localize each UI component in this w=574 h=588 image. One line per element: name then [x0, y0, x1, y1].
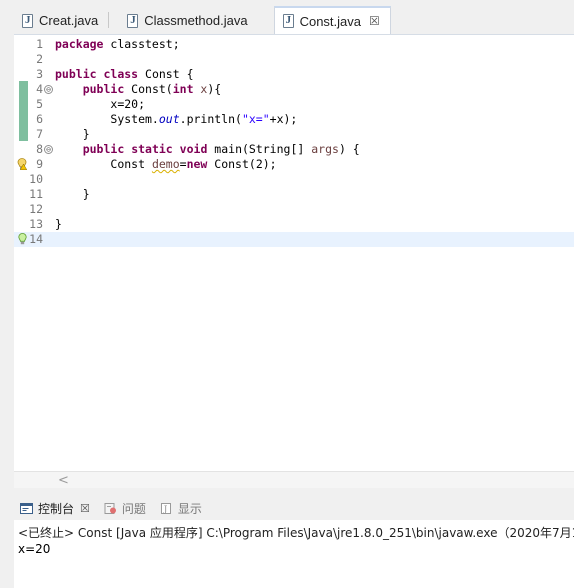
line-number: 5 — [36, 97, 43, 111]
code-text: +x); — [269, 112, 298, 126]
keyword: public — [55, 67, 97, 81]
code-line: 9 Const demo=new Const(2); — [14, 157, 574, 172]
close-tab-icon[interactable]: ☒ — [369, 14, 380, 28]
code-line: 13 } — [14, 217, 574, 232]
current-line: 14 — [14, 232, 574, 247]
java-file-icon — [127, 13, 139, 28]
code-text: ) { — [338, 142, 360, 156]
line-number: 8 — [36, 142, 43, 156]
static-field: out — [158, 112, 180, 126]
unused-variable-warning[interactable]: demo — [152, 157, 180, 171]
line-number: 11 — [29, 187, 43, 201]
code-text: = — [179, 157, 187, 171]
tab-classmethod-java[interactable]: Classmethod.java — [109, 7, 273, 34]
code-text: main(String[] — [207, 142, 312, 156]
line-number: 4 — [36, 82, 43, 96]
scroll-left-icon[interactable]: < — [58, 473, 69, 488]
code-line: 7 } — [14, 127, 574, 142]
keyword: void — [179, 142, 208, 156]
tab-creat-java[interactable]: Creat.java — [14, 7, 108, 34]
parameter: args — [311, 142, 339, 156]
tab-label: Const.java — [299, 13, 361, 29]
code-line: 11 } — [14, 187, 574, 202]
tab-label: 问题 — [121, 501, 146, 516]
tab-label: 控制台 — [38, 501, 75, 516]
warning-lightbulb-icon[interactable] — [17, 158, 27, 170]
line-number: 7 — [36, 127, 43, 141]
code-line: 6 System.out.println("x="+x); — [14, 112, 574, 127]
line-number: 12 — [29, 202, 43, 216]
tab-label: Classmethod.java — [144, 13, 248, 28]
console-status-text: <已终止> Const [Java 应用程序] C:\Program Files… — [18, 526, 574, 540]
string-literal: "x=" — [241, 112, 270, 126]
code-text: x=20; — [110, 97, 146, 111]
code-line: 4 ⊖ public Const(int x){ — [14, 82, 574, 97]
keyword: int — [172, 82, 194, 96]
tab-console[interactable]: 控制台 ☒ — [14, 496, 98, 520]
display-icon: J — [160, 502, 171, 514]
code-line: 8 ⊖ public static void main(String[] arg… — [14, 142, 574, 157]
keyword: static — [131, 142, 173, 156]
code-text: classtest; — [103, 37, 180, 51]
line-number: 10 — [29, 172, 43, 186]
console-output: x=20 — [18, 542, 51, 556]
code-text: System. — [110, 112, 159, 126]
tab-const-java[interactable]: Const.java ☒ — [273, 6, 391, 34]
line-number: 9 — [36, 157, 43, 171]
parameter: x — [193, 82, 208, 96]
line-number: 6 — [36, 112, 43, 126]
view-tab-bar: 控制台 ☒ 问题 J 显示 — [14, 496, 574, 520]
tab-problems[interactable]: 问题 — [98, 496, 154, 520]
close-tab-icon[interactable]: ☒ — [80, 502, 90, 515]
code-text: Const(2); — [207, 157, 277, 171]
code-line: 10 — [14, 172, 574, 187]
fold-collapse-icon[interactable]: ⊖ — [44, 85, 53, 94]
line-number: 3 — [36, 67, 43, 81]
code-text: Const( — [124, 82, 173, 96]
tab-label: Creat.java — [39, 13, 99, 28]
keyword: public — [82, 82, 125, 96]
code-text: } — [82, 127, 90, 141]
code-line: 1 package classtest; — [14, 37, 574, 52]
code-text: ){ — [207, 82, 222, 96]
tab-label: 显示 — [177, 501, 202, 516]
java-file-icon — [282, 14, 294, 28]
editor-tab-bar: Creat.java Classmethod.java Const.java ☒ — [14, 6, 574, 34]
code-text: Const — [110, 157, 152, 171]
keyword: class — [103, 67, 139, 81]
code-line: 12 — [14, 202, 574, 217]
keyword: public — [82, 142, 125, 156]
code-text: } — [82, 187, 90, 201]
keyword: package — [55, 37, 104, 51]
keyword: new — [186, 157, 208, 171]
code-line: 2 — [14, 52, 574, 67]
java-file-icon — [22, 13, 33, 28]
code-line: 3 public class Const { — [14, 67, 574, 82]
code-editor[interactable]: 1 package classtest; 2 3 public class Co… — [14, 34, 574, 471]
console-icon — [20, 502, 33, 514]
tab-display[interactable]: J 显示 — [154, 496, 210, 520]
fold-collapse-icon[interactable]: ⊖ — [44, 145, 53, 154]
console-view[interactable]: <已终止> Const [Java 应用程序] C:\Program Files… — [14, 520, 574, 588]
line-number: 14 — [29, 232, 43, 246]
lightbulb-icon[interactable] — [18, 233, 27, 245]
line-number: 13 — [29, 217, 43, 231]
horizontal-scrollbar[interactable]: < — [14, 471, 574, 488]
line-number: 2 — [36, 52, 43, 66]
svg-text:J: J — [163, 504, 167, 513]
problems-icon — [104, 502, 116, 514]
code-text: Const { — [138, 67, 194, 81]
line-number: 1 — [36, 37, 43, 51]
code-text: .println( — [179, 112, 242, 126]
code-text: } — [55, 217, 62, 231]
code-line: 5 x=20; — [14, 97, 574, 112]
